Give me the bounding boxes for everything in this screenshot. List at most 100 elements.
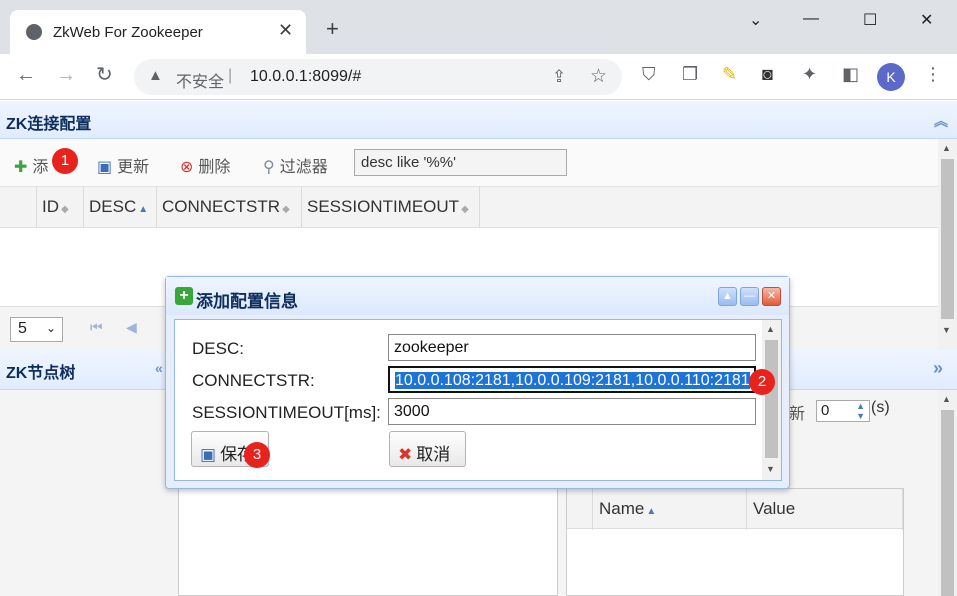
spinner-arrows-icon[interactable]: ▲ ▼	[856, 401, 865, 421]
scroll-down-icon[interactable]: ▼	[942, 325, 951, 335]
add-button[interactable]: ✚ 添	[14, 153, 48, 177]
row-number-header	[0, 187, 37, 228]
close-tab-icon[interactable]: ✕	[278, 20, 293, 41]
back-icon[interactable]: ←	[16, 65, 36, 85]
window-close-icon[interactable]: ✕	[920, 10, 933, 30]
scroll-up-icon[interactable]: ▲	[942, 143, 951, 153]
connectstr-value: 10.0.0.108:2181,10.0.0.109:2181,10.0.0.1…	[395, 372, 750, 389]
globe-icon	[26, 24, 42, 40]
delete-label: 删除	[198, 159, 231, 176]
annotation-badge-1: 1	[52, 148, 78, 174]
column-label: Name	[599, 499, 645, 518]
collapse-left-icon[interactable]: «	[155, 360, 163, 376]
refresh-label: 新	[789, 406, 806, 423]
search-icon: ⚲	[263, 159, 275, 176]
chevron-down-icon: ⌄	[45, 321, 56, 335]
new-tab-icon[interactable]: +	[326, 18, 339, 40]
column-header-connectstr[interactable]: CONNECTSTR ◆	[157, 187, 302, 228]
dialog-titlebar[interactable]: + 添加配置信息 ▲ — ✕	[166, 277, 789, 315]
sort-icon: ◆	[61, 204, 69, 215]
property-grid: Name ▲ Value	[566, 488, 904, 596]
sort-icon: ◆	[461, 204, 469, 215]
collapse-right-icon[interactable]: »	[933, 358, 943, 379]
grid-toolbar: ✚ 添 ▣ 更新 ⊗ 删除 ⚲ 过滤器 desc like '%%'	[0, 139, 938, 187]
tab-search-chevron-icon[interactable]: ⌄	[749, 10, 762, 30]
cancel-label: 取消	[416, 445, 451, 464]
grid-scrollbar[interactable]: ▲ ▼	[938, 139, 957, 350]
scroll-thumb[interactable]	[941, 159, 954, 319]
minimize-icon[interactable]: —	[803, 10, 819, 28]
warning-icon: ▲	[148, 67, 163, 84]
browser-tab[interactable]: ZkWeb For Zookeeper ✕	[10, 10, 306, 54]
dialog-scrollbar[interactable]: ▲ ▼	[762, 320, 781, 480]
annotation-badge-2: 2	[749, 369, 775, 395]
close-icon[interactable]: ✕	[762, 287, 781, 306]
prev-page-icon[interactable]: ◀	[126, 319, 137, 336]
scroll-thumb[interactable]	[765, 340, 778, 458]
column-header-value[interactable]: Value	[747, 489, 903, 530]
maximize-icon[interactable]: ☐	[863, 10, 877, 30]
scroll-thumb[interactable]	[941, 410, 954, 596]
url-text: 10.0.0.1:8099/#	[250, 68, 362, 85]
minimize-icon[interactable]: —	[740, 287, 759, 306]
collapse-icon[interactable]: ▲	[718, 287, 737, 306]
bookmark-star-icon[interactable]: ☆	[590, 65, 607, 88]
first-page-icon[interactable]: ⏮	[90, 319, 103, 336]
scroll-up-icon[interactable]: ▲	[766, 324, 775, 334]
extension-shield-icon[interactable]: ⛉	[642, 65, 656, 83]
separator: |	[228, 67, 233, 84]
cancel-button[interactable]: ✖ 取消	[389, 431, 466, 467]
reload-icon[interactable]: ↻	[96, 65, 113, 85]
delete-button[interactable]: ⊗ 删除	[180, 153, 230, 177]
add-icon: ✚	[14, 159, 28, 176]
page-scrollbar[interactable]: ▲	[938, 390, 957, 596]
filter-button[interactable]: ⚲ 过滤器	[263, 153, 328, 177]
update-button[interactable]: ▣ 更新	[97, 153, 149, 177]
column-header-desc[interactable]: DESC ▲	[84, 187, 157, 228]
tab-title: ZkWeb For Zookeeper	[53, 24, 203, 41]
column-header-id[interactable]: ID ◆	[37, 187, 84, 228]
browser-tab-strip: ZkWeb For Zookeeper ✕ + ⌄ — ☐ ✕	[0, 0, 957, 54]
zk-tree-container	[178, 478, 558, 596]
menu-kebab-icon[interactable]: ⋮	[924, 65, 942, 83]
column-header-name[interactable]: Name ▲	[593, 489, 747, 530]
refresh-interval-spinner[interactable]: 0 ▲ ▼	[816, 400, 870, 422]
extension-panda-icon[interactable]: ◙	[762, 65, 773, 83]
annotation-badge-3: 3	[244, 442, 270, 468]
share-icon[interactable]: ⇪	[552, 67, 566, 87]
column-label: CONNECTSTR	[162, 197, 281, 216]
row-number-header	[567, 489, 593, 530]
extension-highlighter-icon[interactable]: ✎	[722, 65, 737, 83]
filter-input[interactable]: desc like '%%'	[354, 149, 567, 176]
extensions-puzzle-icon[interactable]: ✦	[802, 65, 817, 83]
cancel-x-icon: ✖	[398, 445, 413, 464]
column-label: DESC	[89, 197, 137, 216]
timeout-input[interactable]: 3000	[388, 398, 756, 425]
scroll-up-icon[interactable]: ▲	[942, 394, 951, 404]
refresh-unit: (s)	[871, 399, 890, 416]
zk-config-panel-header: ZK连接配置 ︽	[0, 101, 957, 139]
extension-copy-icon[interactable]: ❐	[682, 65, 698, 83]
right-panel-header: »	[790, 350, 957, 390]
desc-input[interactable]: zookeeper	[388, 334, 756, 361]
scroll-down-icon[interactable]: ▼	[766, 464, 775, 474]
forward-icon[interactable]: →	[56, 65, 76, 85]
column-header-sessiontimeout[interactable]: SESSIONTIMEOUT ◆	[302, 187, 480, 228]
page-size-select[interactable]: 5 ⌄	[10, 317, 63, 342]
collapse-up-icon[interactable]: ︽	[934, 111, 948, 131]
add-icon: +	[175, 287, 193, 305]
dialog-title: 添加配置信息	[196, 292, 298, 311]
update-label: 更新	[117, 159, 150, 176]
delete-icon: ⊗	[180, 159, 194, 176]
save-disk-icon: ▣	[97, 159, 113, 176]
panel-title: ZK连接配置	[6, 116, 92, 133]
profile-avatar[interactable]: K	[877, 63, 905, 91]
sort-asc-icon: ▲	[138, 204, 149, 215]
spinner-value: 0	[821, 402, 830, 419]
page-size-value: 5	[18, 320, 27, 337]
connectstr-input[interactable]: 10.0.0.108:2181,10.0.0.109:2181,10.0.0.1…	[388, 366, 756, 393]
side-panel-icon[interactable]: ◧	[842, 65, 859, 83]
sort-asc-icon: ▲	[646, 506, 657, 517]
address-bar[interactable]: ▲ 不安全 | 10.0.0.1:8099/# ⇪ ☆	[134, 59, 622, 95]
add-label: 添	[32, 159, 49, 176]
